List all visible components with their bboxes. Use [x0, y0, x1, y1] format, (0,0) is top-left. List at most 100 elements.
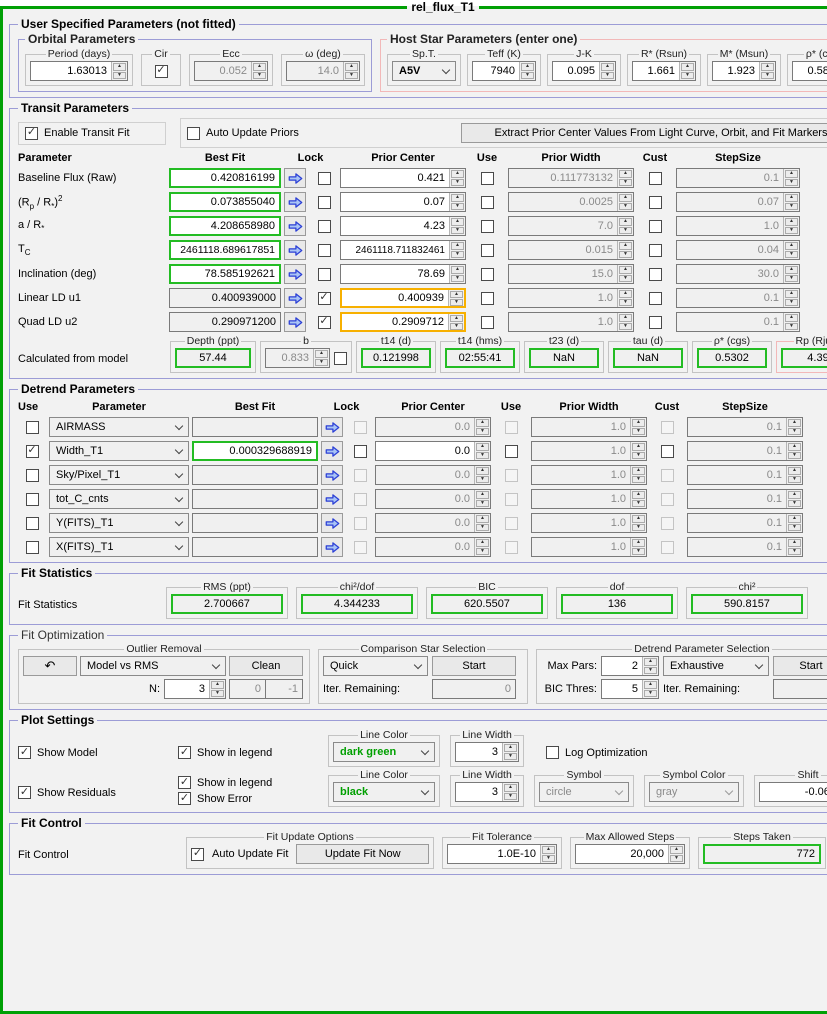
- detrend-selection-start-button[interactable]: Start: [773, 656, 827, 676]
- spin-up-icon[interactable]: [451, 242, 464, 250]
- spin-down-icon[interactable]: [670, 854, 683, 862]
- spinner[interactable]: [783, 241, 799, 259]
- lock-checkbox[interactable]: [353, 444, 367, 458]
- step-size-field[interactable]: 0.1: [676, 312, 800, 332]
- spinner[interactable]: [599, 62, 615, 80]
- spin-up-icon[interactable]: [619, 170, 632, 178]
- spin-up-icon[interactable]: [681, 63, 694, 71]
- spinner[interactable]: [786, 442, 802, 460]
- residuals-show-in-legend-checkbox[interactable]: [178, 776, 191, 789]
- transfer-best-fit-button[interactable]: [321, 417, 343, 437]
- custom-step-checkbox[interactable]: [648, 171, 662, 185]
- spin-up-icon[interactable]: [619, 218, 632, 226]
- lock-checkbox[interactable]: [317, 171, 331, 185]
- spinner[interactable]: [617, 289, 633, 307]
- spin-up-icon[interactable]: [345, 63, 358, 71]
- prior-width-field[interactable]: 1.0: [531, 489, 647, 509]
- spinner[interactable]: [617, 241, 633, 259]
- symbol-dropdown[interactable]: circle: [539, 782, 629, 802]
- step-size-field[interactable]: 0.1: [676, 168, 800, 188]
- spin-up-icon[interactable]: [788, 419, 801, 427]
- step-size-field[interactable]: 0.1: [687, 537, 803, 557]
- residuals-line-color-dropdown[interactable]: black: [333, 782, 435, 802]
- step-size-field[interactable]: 0.1: [687, 417, 803, 437]
- show-error-checkbox[interactable]: [178, 792, 191, 805]
- outlier-mode-dropdown[interactable]: Model vs RMS: [80, 656, 226, 676]
- spin-up-icon[interactable]: [788, 491, 801, 499]
- spin-down-icon[interactable]: [476, 499, 489, 507]
- spin-down-icon[interactable]: [601, 71, 614, 79]
- spin-up-icon[interactable]: [785, 242, 798, 250]
- spinner[interactable]: [448, 314, 464, 330]
- use-detrend-checkbox[interactable]: [25, 540, 39, 554]
- spinner[interactable]: [474, 490, 490, 508]
- prior-center-field[interactable]: 0.0: [375, 489, 491, 509]
- spinner[interactable]: [474, 442, 490, 460]
- lock-checkbox[interactable]: [317, 267, 331, 281]
- transfer-best-fit-button[interactable]: [284, 216, 306, 236]
- prior-width-field[interactable]: 7.0: [508, 216, 634, 236]
- step-size-field[interactable]: 0.1: [676, 288, 800, 308]
- impact-parameter-checkbox[interactable]: [334, 351, 347, 365]
- spectral-type-dropdown[interactable]: A5V: [392, 61, 456, 81]
- spin-up-icon[interactable]: [113, 63, 126, 71]
- spin-down-icon[interactable]: [619, 178, 632, 186]
- spinner[interactable]: [474, 538, 490, 556]
- log-optimization-checkbox[interactable]: [546, 746, 559, 759]
- spin-down-icon[interactable]: [542, 854, 555, 862]
- spinner[interactable]: [474, 418, 490, 436]
- spin-up-icon[interactable]: [521, 63, 534, 71]
- custom-step-checkbox[interactable]: [648, 219, 662, 233]
- prior-width-field[interactable]: 1.0: [531, 417, 647, 437]
- spin-up-icon[interactable]: [450, 291, 463, 298]
- prior-width-field[interactable]: 0.015: [508, 240, 634, 260]
- spin-down-icon[interactable]: [632, 523, 645, 531]
- spinner[interactable]: [668, 845, 684, 863]
- spinner[interactable]: [617, 313, 633, 331]
- bic-thres-field[interactable]: 5: [601, 679, 659, 699]
- detrend-parameter-dropdown[interactable]: Y(FITS)_T1: [49, 513, 189, 533]
- prior-width-field[interactable]: 0.0025: [508, 192, 634, 212]
- spin-down-icon[interactable]: [619, 322, 632, 330]
- spin-down-icon[interactable]: [632, 475, 645, 483]
- spinner[interactable]: [448, 290, 464, 306]
- spinner[interactable]: [786, 514, 802, 532]
- transfer-best-fit-button[interactable]: [284, 288, 306, 308]
- spin-down-icon[interactable]: [504, 752, 517, 760]
- spinner[interactable]: [630, 490, 646, 508]
- spinner[interactable]: [502, 783, 518, 801]
- enable-transit-fit-checkbox[interactable]: [25, 126, 38, 140]
- spin-up-icon[interactable]: [476, 443, 489, 451]
- prior-width-field[interactable]: 1.0: [508, 288, 634, 308]
- spinner[interactable]: [642, 657, 658, 675]
- spin-down-icon[interactable]: [619, 274, 632, 282]
- lock-checkbox[interactable]: [317, 243, 331, 257]
- use-detrend-checkbox[interactable]: [25, 444, 39, 458]
- max-pars-field[interactable]: 2: [601, 656, 659, 676]
- spinner[interactable]: [642, 680, 658, 698]
- spinner[interactable]: [617, 217, 633, 235]
- spinner[interactable]: [783, 313, 799, 331]
- spin-down-icon[interactable]: [211, 689, 224, 697]
- transfer-best-fit-button[interactable]: [321, 465, 343, 485]
- fit-tolerance-field[interactable]: 1.0E-10: [447, 844, 557, 864]
- prior-center-field[interactable]: 0.0: [375, 537, 491, 557]
- spin-down-icon[interactable]: [451, 226, 464, 234]
- lock-checkbox[interactable]: [317, 219, 331, 233]
- prior-width-field[interactable]: 1.0: [531, 465, 647, 485]
- spin-down-icon[interactable]: [785, 178, 798, 186]
- spin-down-icon[interactable]: [788, 451, 801, 459]
- detrend-parameter-dropdown[interactable]: Width_T1: [49, 441, 189, 461]
- spin-up-icon[interactable]: [451, 218, 464, 226]
- spinner[interactable]: [209, 680, 225, 698]
- spin-up-icon[interactable]: [644, 681, 657, 689]
- spin-down-icon[interactable]: [476, 523, 489, 531]
- custom-step-checkbox[interactable]: [648, 315, 662, 329]
- transfer-best-fit-button[interactable]: [321, 441, 343, 461]
- spin-down-icon[interactable]: [788, 547, 801, 555]
- spin-up-icon[interactable]: [315, 350, 328, 358]
- spinner[interactable]: [474, 514, 490, 532]
- spin-up-icon[interactable]: [632, 419, 645, 427]
- detrend-parameter-dropdown[interactable]: AIRMASS: [49, 417, 189, 437]
- n-field[interactable]: 3: [164, 679, 226, 699]
